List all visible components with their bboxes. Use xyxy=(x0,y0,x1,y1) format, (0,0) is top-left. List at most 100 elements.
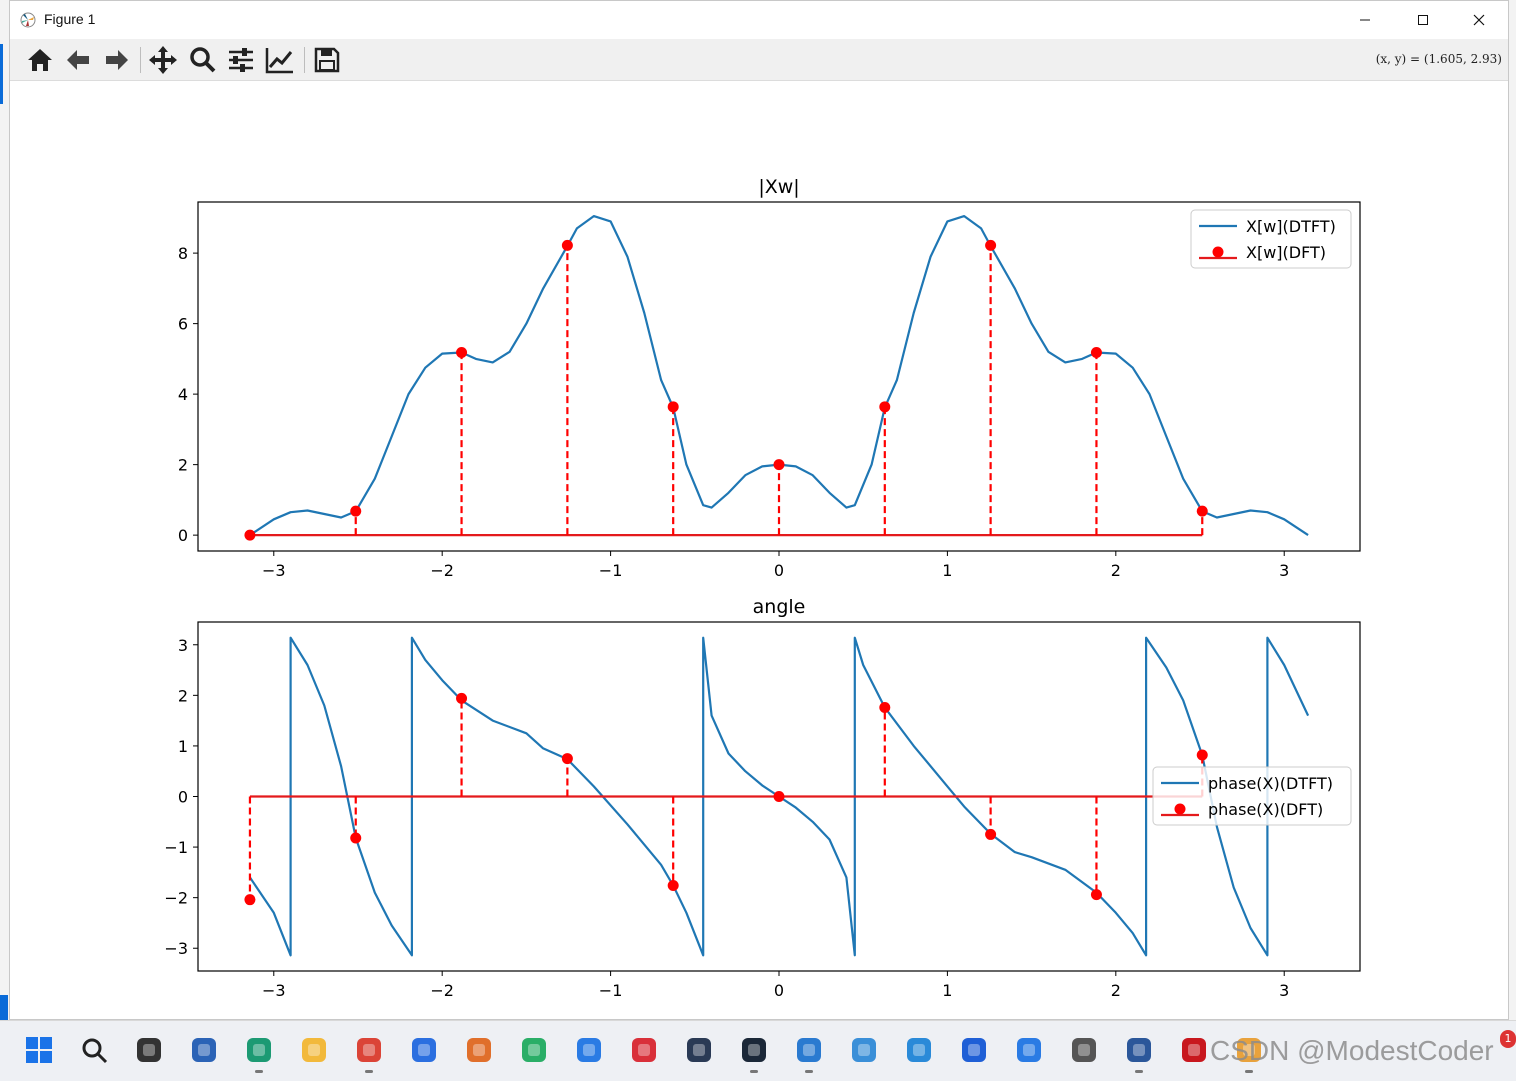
dft-stem-marker xyxy=(985,239,997,251)
x-tick-label: 2 xyxy=(1111,561,1121,580)
running-indicator xyxy=(805,1070,813,1073)
x-tick-label: −1 xyxy=(599,561,623,580)
dft-stem-marker xyxy=(1090,889,1102,901)
store-taskbar-button[interactable] xyxy=(187,1033,221,1067)
word-taskbar-button[interactable] xyxy=(1122,1033,1156,1067)
minimize-button[interactable] xyxy=(1336,1,1394,39)
calculator-taskbar-button[interactable] xyxy=(1067,1033,1101,1067)
y-tick-label: −1 xyxy=(164,838,188,857)
x-tick-label: 3 xyxy=(1279,981,1289,1000)
windows-start-taskbar-button[interactable] xyxy=(22,1033,56,1067)
dft-stem-marker xyxy=(667,401,679,413)
y-tick-label: 8 xyxy=(178,244,188,263)
vscode-taskbar-button[interactable] xyxy=(792,1033,826,1067)
running-indicator xyxy=(750,1070,758,1073)
save-floppy-icon xyxy=(314,47,340,73)
wechat-taskbar-button[interactable] xyxy=(517,1033,551,1067)
minimize-icon xyxy=(1360,19,1370,21)
close-button[interactable] xyxy=(1450,1,1508,39)
zoom-button[interactable] xyxy=(186,43,220,77)
navigation-toolbar: (x, y) = (1.605, 2.93) xyxy=(10,39,1508,81)
vscode-icon xyxy=(797,1038,821,1062)
task-view-taskbar-button[interactable] xyxy=(132,1033,166,1067)
baidu-netdisk-taskbar-button[interactable] xyxy=(407,1033,441,1067)
running-indicator xyxy=(1245,1070,1253,1073)
system-monitor-taskbar-button[interactable] xyxy=(847,1033,881,1067)
dft-stem-marker xyxy=(244,894,256,906)
cursor-coordinates: (x, y) = (1.605, 2.93) xyxy=(1375,52,1502,66)
acrobat-taskbar-button[interactable] xyxy=(1177,1033,1211,1067)
edit-axis-button[interactable] xyxy=(263,43,297,77)
dft-stem-marker xyxy=(773,459,785,471)
task-view-icon xyxy=(137,1038,161,1062)
home-icon xyxy=(28,49,52,71)
dft-stem-marker xyxy=(456,692,468,704)
dft-stem-marker xyxy=(561,239,573,251)
x-tick-label: 1 xyxy=(942,981,952,1000)
left-edge-indicator-bottom xyxy=(0,995,8,1020)
x-tick-label: 3 xyxy=(1279,561,1289,580)
legend: phase(X)(DTFT) phase(X)(DFT) xyxy=(1152,766,1352,826)
notification-badge: 1 xyxy=(1500,1030,1516,1048)
running-indicator xyxy=(365,1070,373,1073)
configure-subplots-button[interactable] xyxy=(224,43,258,77)
x-tick-label: −1 xyxy=(599,981,623,1000)
back-button[interactable] xyxy=(61,43,95,77)
title-bar: Figure 1 xyxy=(10,1,1508,39)
legend-label: X[w](DTFT) xyxy=(1246,217,1336,236)
x-tick-label: 1 xyxy=(942,561,952,580)
x-tick-label: −2 xyxy=(430,561,454,580)
dft-stem-marker xyxy=(879,701,891,713)
dft-stem-marker xyxy=(667,880,679,892)
bird-app-taskbar-button[interactable] xyxy=(1012,1033,1046,1067)
forward-arrow-icon xyxy=(106,50,128,70)
home-button[interactable] xyxy=(23,43,57,77)
paint-taskbar-button[interactable] xyxy=(462,1033,496,1067)
edge-dev-taskbar-button[interactable] xyxy=(242,1033,276,1067)
paint-icon xyxy=(467,1038,491,1062)
x-tick-label: 0 xyxy=(774,981,784,1000)
zoom-magnifier-icon xyxy=(190,47,216,73)
feishu-taskbar-button[interactable] xyxy=(957,1033,991,1067)
figure-svg[interactable]: |Xw| −3 −2 −1 0 1 2 3 0 2 4 6 8 X[w](DTFT) X[w](DFT) an… xyxy=(10,81,1508,1019)
y-tick-label: 3 xyxy=(178,636,188,655)
chrome-taskbar-button[interactable] xyxy=(352,1033,386,1067)
figure-canvas[interactable]: |Xw| −3 −2 −1 0 1 2 3 0 2 4 6 8 X[w](DTFT) X[w](DFT) an… xyxy=(10,81,1508,1019)
notepad-taskbar-button[interactable] xyxy=(902,1033,936,1067)
steam-taskbar-button[interactable] xyxy=(737,1033,771,1067)
legend-label: X[w](DFT) xyxy=(1246,243,1326,262)
pan-move-icon xyxy=(149,46,177,74)
x-tick-label: −3 xyxy=(262,561,286,580)
dft-stem-marker xyxy=(879,401,891,413)
file-explorer-taskbar-button[interactable] xyxy=(297,1033,331,1067)
dft-stem-marker xyxy=(1090,347,1102,359)
search-icon xyxy=(82,1038,108,1064)
pan-button[interactable] xyxy=(146,43,180,77)
window-title: Figure 1 xyxy=(44,11,96,27)
baidu-netdisk-icon xyxy=(412,1038,436,1062)
windows-start-icon xyxy=(26,1037,52,1063)
maximize-icon xyxy=(1418,15,1428,25)
x-tick-label: 0 xyxy=(774,561,784,580)
magnitude-subplot: |Xw| −3 −2 −1 0 1 2 3 0 2 4 6 8 X[w](DTFT) X[w](DFT) xyxy=(178,176,1361,580)
toolbar-separator xyxy=(140,47,141,73)
cat-app-taskbar-button[interactable] xyxy=(682,1033,716,1067)
x-tick-label: −2 xyxy=(430,981,454,1000)
search-taskbar-button[interactable] xyxy=(77,1033,111,1067)
save-button[interactable] xyxy=(310,43,344,77)
cat-app-icon xyxy=(687,1038,711,1062)
toolbar-separator xyxy=(304,47,305,73)
netease-music-taskbar-button[interactable] xyxy=(627,1033,661,1067)
tencent-meeting-taskbar-button[interactable] xyxy=(572,1033,606,1067)
running-indicator xyxy=(1135,1070,1143,1073)
x-tick-label: 2 xyxy=(1111,981,1121,1000)
configure-subplots-icon xyxy=(229,48,253,72)
x-tick-label: −3 xyxy=(262,981,286,1000)
phase-subplot: angle−3 −2 −1 0 1 2 3−3−2−10123phase(X)(DTFT)p… xyxy=(164,596,1361,1000)
edit-axis-icon xyxy=(265,48,293,74)
forward-button[interactable] xyxy=(100,43,134,77)
running-indicator xyxy=(255,1070,263,1073)
legend-marker-swatch xyxy=(1174,803,1186,815)
maximize-button[interactable] xyxy=(1394,1,1452,39)
matplotlib-app-icon xyxy=(20,12,36,28)
